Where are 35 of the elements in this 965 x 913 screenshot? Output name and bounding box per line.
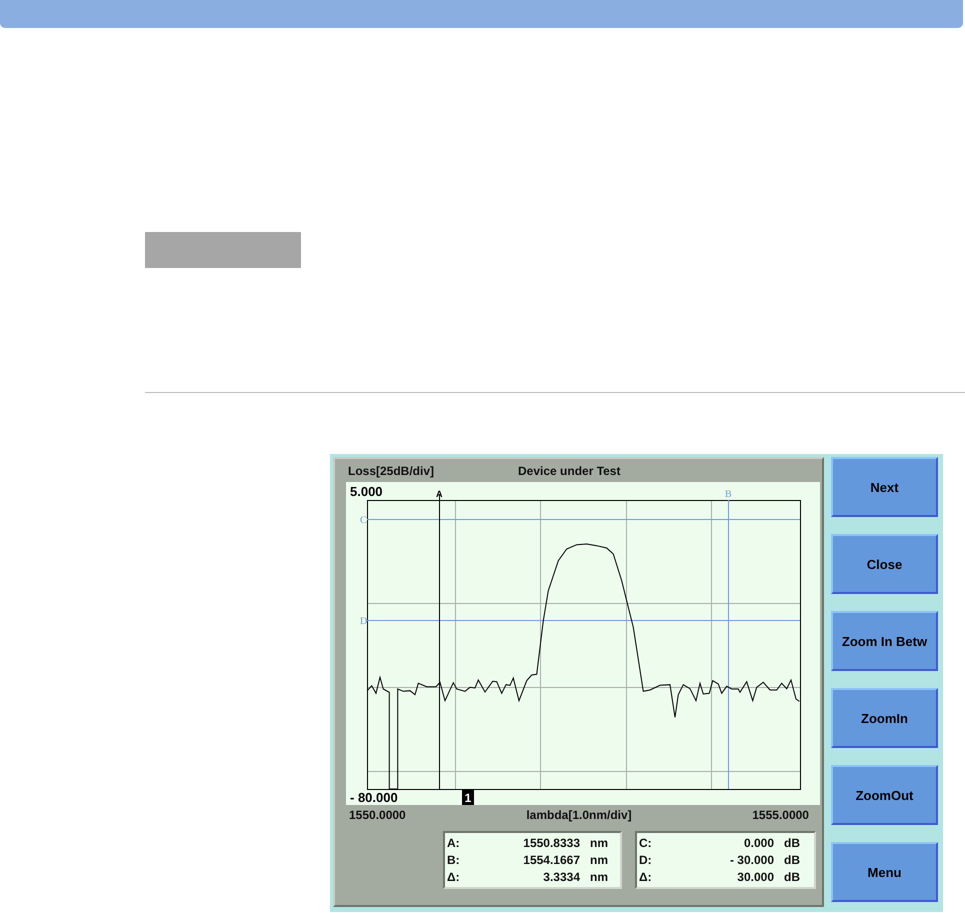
softkey-button[interactable]: Menu [831, 842, 938, 902]
softkey-button[interactable]: ZoomIn [831, 688, 938, 748]
readout-value: 3.3334 [542, 870, 580, 884]
y-max-label: 5.000 [350, 484, 383, 499]
readout-label: Δ: [639, 870, 653, 884]
softkey-button[interactable]: Next [831, 457, 938, 517]
softkey-button[interactable]: Close [831, 534, 938, 594]
readout-value: 1554.1667 [522, 853, 580, 867]
readout-unit: dB [783, 870, 801, 884]
chart-title: Device under Test [518, 464, 620, 478]
softkey-button[interactable]: ZoomOut [831, 765, 938, 825]
cursor-label: B [725, 489, 732, 500]
readout-value: - 30.000 [728, 853, 774, 867]
readout-label: C: [639, 836, 653, 850]
cursor-label: D [360, 616, 368, 627]
x-max-label: 1555.0000 [752, 808, 809, 822]
trace-marker: 1 [462, 790, 474, 805]
cursor-label: C [360, 515, 367, 526]
readout-unit: nm [589, 853, 609, 867]
y-min-label: - 80.000 [350, 790, 398, 805]
readout-label: Δ: [447, 870, 461, 884]
readout-unit: dB [783, 853, 801, 867]
readout-label: A: [447, 836, 461, 850]
x-min-label: 1550.0000 [349, 808, 406, 822]
readout-value: 0.000 [742, 836, 774, 850]
readout-unit: dB [783, 836, 801, 850]
readout-value: 1550.8333 [522, 836, 580, 850]
readout-value: 30.000 [736, 870, 774, 884]
x-axis-label: lambda[1.0nm/div] [526, 808, 632, 822]
readout-label: B: [447, 853, 461, 867]
readout-unit: nm [589, 870, 609, 884]
readout-unit: nm [589, 836, 609, 850]
readout-label: D: [639, 853, 653, 867]
softkey-button[interactable]: Zoom In Betw [831, 611, 938, 671]
y-axis-label: Loss[25dB/div] [348, 464, 436, 478]
